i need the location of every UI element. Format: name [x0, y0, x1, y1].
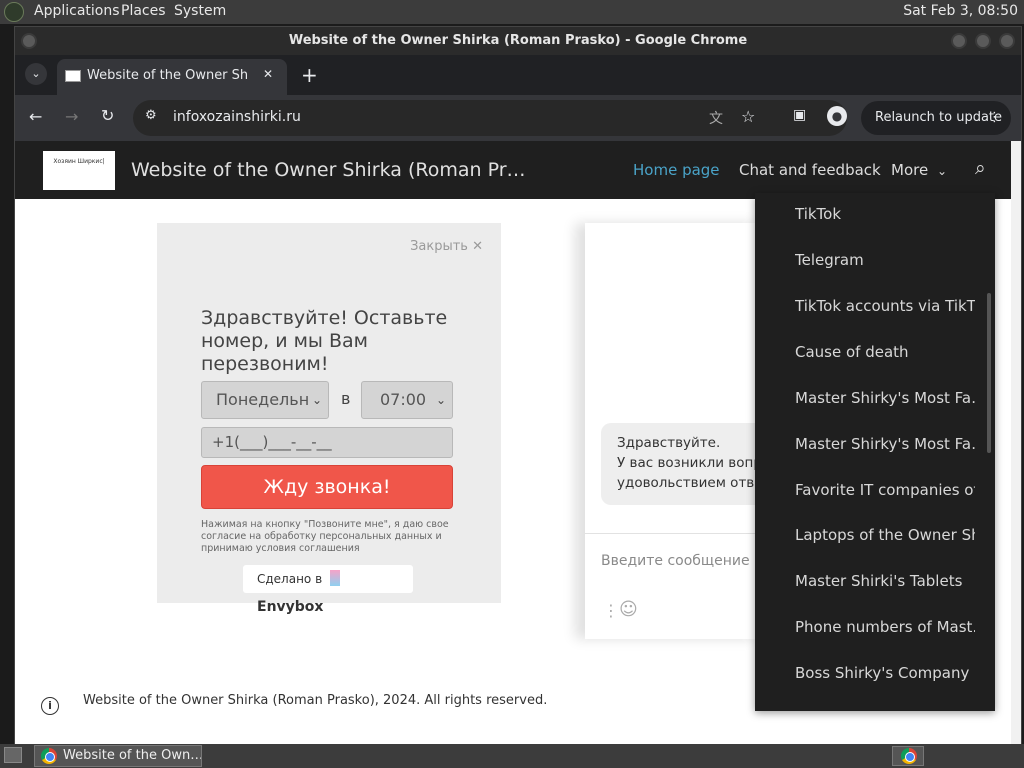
chat-line-1: Здравствуйте. — [617, 435, 721, 451]
consent-text: Нажимая на кнопку "Позвоните мне", я даю… — [201, 519, 449, 554]
dropdown-item[interactable]: TikTok — [795, 205, 975, 223]
os-taskbar: Website of the Own… — [0, 744, 1024, 768]
popup-greeting: Здравствуйте! Оставьте номер, и мы Вам п… — [201, 307, 448, 375]
taskbar-item-label: Website of the Own… — [63, 748, 202, 763]
chevron-down-icon: ⌄ — [311, 393, 322, 407]
emoji-icon[interactable]: ☺ — [619, 599, 638, 620]
translate-icon[interactable]: 文 — [709, 108, 723, 128]
side-panel-icon[interactable]: ▣ — [793, 107, 806, 123]
chat-more-icon[interactable]: ⋮ — [603, 601, 619, 620]
workspace-switcher[interactable] — [892, 746, 924, 766]
chrome-icon — [41, 748, 57, 764]
dropdown-item[interactable]: Phone numbers of Mast… — [795, 618, 975, 636]
maximize-icon[interactable] — [975, 33, 991, 49]
envybox-logo-icon — [329, 570, 340, 586]
more-dropdown-menu: TikTok Telegram TikTok accounts via TikT… — [755, 193, 995, 711]
menu-applications[interactable]: Applications — [34, 3, 120, 19]
phone-input[interactable]: +1(___)___-__-__ — [201, 427, 453, 458]
chevron-down-icon: ⌄ — [936, 164, 948, 178]
popup-close-button[interactable]: Закрыть ✕ — [410, 239, 483, 254]
forward-icon[interactable]: → — [65, 107, 78, 126]
chat-line-2: У вас возникли вопр — [617, 455, 762, 471]
kebab-menu-icon[interactable]: ⋮ — [988, 101, 1001, 135]
reload-icon[interactable]: ↻ — [101, 106, 114, 125]
page-scrollbar[interactable] — [1011, 141, 1021, 745]
browser-toolbar: ← → ↻ ⚙ infoxozainshirki.ru 文 ☆ ▣ ● Rela… — [15, 95, 1021, 141]
time-select[interactable]: 07:00 ⌄ — [361, 381, 453, 419]
dropdown-item[interactable]: Boss Shirky's Company — [795, 664, 975, 682]
call-me-button[interactable]: Жду звонка! — [201, 465, 453, 509]
taskbar-item-chrome[interactable]: Website of the Own… — [34, 745, 202, 767]
made-in-label: Сделано в — [257, 572, 323, 586]
url-text[interactable]: infoxozainshirki.ru — [173, 109, 301, 125]
site-header: Хозяин Ширкис| Website of the Owner Shir… — [15, 141, 1021, 199]
day-select-value: Понедельн — [216, 390, 310, 409]
made-by-badge[interactable]: Сделано в Envybox — [243, 565, 413, 615]
chat-divider — [585, 533, 765, 534]
footer-copyright: Website of the Owner Shirka (Roman Prask… — [83, 693, 548, 708]
dropdown-item[interactable]: Telegram — [795, 251, 975, 269]
close-window-icon[interactable] — [999, 33, 1015, 49]
favicon-icon — [65, 70, 81, 82]
window-title: Website of the Owner Shirka (Roman Prask… — [288, 33, 748, 48]
new-tab-icon[interactable]: + — [301, 63, 318, 87]
chrome-icon — [901, 748, 917, 764]
tab-close-icon[interactable]: ✕ — [263, 67, 273, 81]
site-logo[interactable]: Хозяин Ширкис| — [43, 151, 115, 190]
dropdown-item[interactable]: Cause of death — [795, 343, 975, 361]
chat-message-bubble: Здравствуйте. У вас возникли вопр удовол… — [601, 423, 771, 505]
relaunch-button[interactable]: Relaunch to update ⋮ — [861, 101, 1011, 135]
envybox-brand: Envybox — [257, 599, 324, 615]
chevron-down-icon: ⌄ — [435, 393, 446, 407]
nav-more[interactable]: More ⌄ — [891, 161, 947, 179]
bookmark-star-icon[interactable]: ☆ — [741, 107, 755, 126]
tab-search-icon[interactable]: ⌄ — [25, 63, 47, 85]
menu-places[interactable]: Places — [121, 3, 166, 19]
time-select-value: 07:00 — [380, 390, 427, 409]
clock[interactable]: Sat Feb 3, 08:50 — [903, 3, 1018, 19]
site-title[interactable]: Website of the Owner Shirka (Roman Pr… — [131, 159, 526, 181]
dropdown-item[interactable]: Master Shirky's Most Fa… — [795, 389, 975, 407]
nav-home[interactable]: Home page — [633, 161, 720, 179]
address-bar[interactable]: ⚙ infoxozainshirki.ru 文 ☆ — [133, 100, 847, 136]
search-icon[interactable]: ⌕ — [975, 157, 986, 179]
dropdown-item[interactable]: TikTok accounts via TikT… — [795, 297, 975, 315]
chrome-window: Website of the Owner Shirka (Roman Prask… — [14, 26, 1022, 745]
callback-popup: Закрыть ✕ Здравствуйте! Оставьте номер, … — [157, 223, 501, 615]
profile-icon[interactable]: ● — [827, 106, 847, 126]
chat-message-input[interactable]: Введите сообщение — [601, 553, 750, 569]
site-logo-text: Хозяин Ширкис| — [53, 158, 105, 165]
tab-title: Website of the Owner Shirka — [87, 68, 247, 83]
info-icon: i — [41, 697, 59, 715]
show-desktop-icon[interactable] — [4, 747, 22, 763]
dropdown-item[interactable]: Master Shirky's Most Fa… — [795, 435, 975, 453]
tab-active[interactable]: Website of the Owner Shirka ✕ — [57, 59, 287, 95]
menu-system[interactable]: System — [174, 3, 226, 19]
web-page: Хозяин Ширкис| Website of the Owner Shir… — [15, 141, 1021, 745]
dropdown-item[interactable]: Favorite IT companies of… — [795, 481, 975, 499]
os-top-panel: Applications Places System Sat Feb 3, 08… — [0, 0, 1024, 24]
window-titlebar[interactable]: Website of the Owner Shirka (Roman Prask… — [15, 27, 1021, 55]
dropdown-item[interactable]: Master Shirki's Tablets — [795, 572, 975, 590]
chat-panel: Здравствуйте. У вас возникли вопр удовол… — [585, 223, 771, 639]
chat-line-3: удовольствием отве — [617, 475, 763, 491]
nav-more-label: More — [891, 161, 929, 179]
window-menu-icon[interactable] — [21, 33, 37, 49]
relaunch-label: Relaunch to update — [875, 110, 1003, 125]
distro-logo-icon[interactable] — [4, 2, 24, 22]
dropdown-item[interactable]: Laptops of the Owner Sh… — [795, 526, 975, 544]
tab-strip: ⌄ Website of the Owner Shirka ✕ + — [15, 55, 1021, 95]
in-label: в — [341, 389, 351, 408]
dropdown-scrollbar[interactable] — [987, 293, 991, 453]
minimize-icon[interactable] — [951, 33, 967, 49]
site-info-icon[interactable]: ⚙ — [145, 108, 157, 123]
day-select[interactable]: Понедельн ⌄ — [201, 381, 329, 419]
back-icon[interactable]: ← — [29, 107, 42, 126]
nav-chat-feedback[interactable]: Chat and feedback — [739, 161, 881, 179]
